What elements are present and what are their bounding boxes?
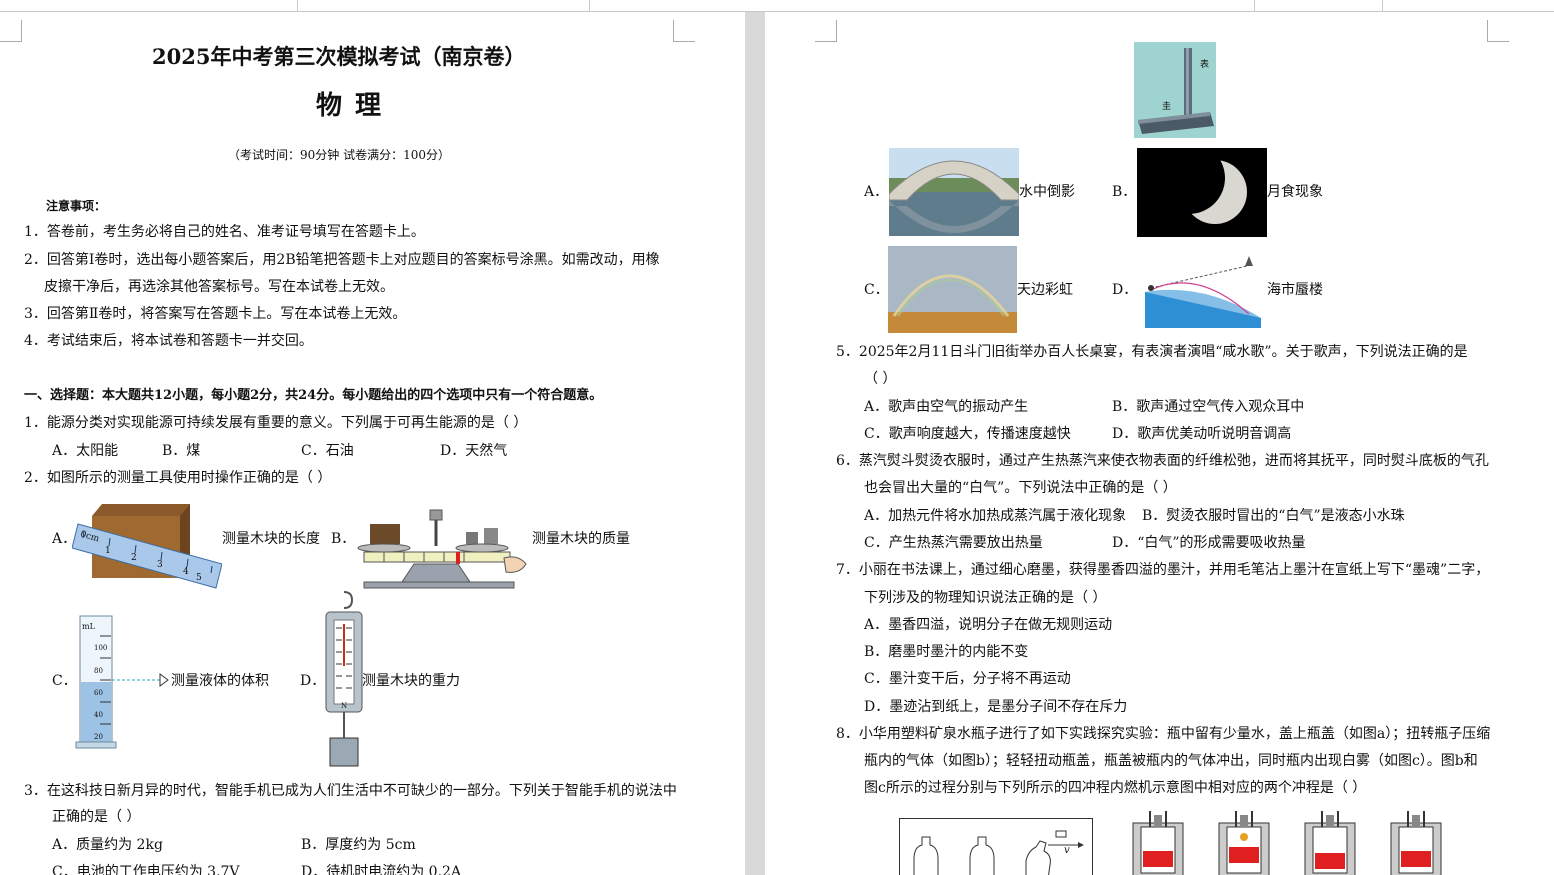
question-8-stem-cont2: 图c所示的过程分别与下列所示的四冲程内燃机示意图中相对应的两个冲程是（ ） <box>864 780 1367 796</box>
q2-option-b-letter: B． <box>331 531 356 547</box>
notice-item: 4．考试结束后，将本试卷和答题卡一并交回。 <box>24 333 313 349</box>
q7-option-a: A．墨香四溢，说明分子在做无规则运动 <box>864 617 1113 633</box>
q4-option-c-text: 天边彩虹 <box>1017 282 1073 298</box>
question-7-stem-cont: 下列涉及的物理知识说法正确的是（ ） <box>864 590 1107 606</box>
notice-item: 3．回答第Ⅱ卷时，将答案写在答题卡上。写在本试卷上无效。 <box>24 306 407 322</box>
notice-item: 2．回答第Ⅰ卷时，选出每小题答案后，用2B铅笔把答题卡上对应题目的答案标号涂黑。… <box>24 252 660 268</box>
ruler-number: 4 <box>183 567 189 577</box>
document-page-left[interactable]: 2025年中考第三次模拟考试（南京卷） 物 理 （考试时间：90分钟 试卷满分：… <box>0 12 745 875</box>
cylinder-mark: 80 <box>94 667 103 675</box>
question-6-stem: 6．蒸汽熨斗熨烫衣服时，通过产生热蒸汽来使衣物表面的纤维松弛，进而将其抚平，同时… <box>836 453 1489 469</box>
bridge-reflection-photo <box>889 148 1019 236</box>
ruler-block-figure: 0cm 1 2 3 4 5 <box>72 496 222 592</box>
cylinder-mark: 40 <box>94 711 103 719</box>
q6-option-d: D．“白气”的形成需要吸收热量 <box>1112 535 1306 551</box>
engine-stroke-figure-3 <box>1295 807 1365 875</box>
q4-option-b-text: 月食现象 <box>1267 184 1323 200</box>
bottle-experiment-figure: v <box>899 818 1093 875</box>
q7-option-c: C．墨汁变干后，分子将不再运动 <box>864 671 1071 687</box>
q3-option-c: C．电池的工作电压约为 3.7V <box>52 864 240 875</box>
q3-option-b: B．厚度约为 5cm <box>301 837 416 853</box>
ruler-number: 3 <box>157 560 163 570</box>
cylinder-mark: 20 <box>94 733 103 741</box>
ruler-number: 2 <box>131 553 137 563</box>
q3-option-a: A．质量约为 2kg <box>52 837 163 853</box>
cylinder-mark: 60 <box>94 689 103 697</box>
engine-stroke-figure-2 <box>1209 807 1279 875</box>
q6-option-c: C．产生热蒸汽需要放出热量 <box>864 535 1043 551</box>
q6-option-a: A．加热元件将水加热成蒸汽属于液化现象 <box>864 508 1127 524</box>
gnomon-label-biao: 表 <box>1200 60 1210 70</box>
q2-option-c-letter: C． <box>52 673 77 689</box>
margin-corner-mark <box>1487 20 1509 42</box>
question-3-stem-cont: 正确的是（ ） <box>52 809 141 825</box>
ruler-number: 5 <box>196 573 202 583</box>
question-7-stem: 7．小丽在书法课上，通过细心磨墨，获得墨香四溢的墨汁，并用毛笔沾上墨汁在宣纸上写… <box>836 562 1490 578</box>
q4-option-a-letter: A． <box>864 184 889 200</box>
spring-scale-unit: N <box>341 702 348 710</box>
lunar-eclipse-photo <box>1137 148 1267 237</box>
q1-option-d: D．天然气 <box>440 443 508 459</box>
q5-option-a: A．歌声由空气的振动产生 <box>864 399 1029 415</box>
exam-info: （考试时间：90分钟 试卷满分：100分） <box>228 148 450 162</box>
question-8-stem-cont: 瓶内的气体（如图b）；轻轻扭动瓶盖，瓶盖被瓶内的气体冲出，同时瓶内出现白雾（如图… <box>864 753 1478 769</box>
horizontal-ruler[interactable] <box>0 0 1554 12</box>
gnomon-figure: 表 圭 <box>1134 42 1216 138</box>
question-2-stem: 2．如图所示的测量工具使用时操作正确的是（ ） <box>24 470 332 486</box>
question-3-stem: 3．在这科技日新月异的时代，智能手机已成为人们生活中不可缺少的一部分。下列关于智… <box>24 783 677 799</box>
q4-option-d-letter: D． <box>1112 282 1138 298</box>
q1-option-a: A．太阳能 <box>52 443 119 459</box>
q7-option-d: D．墨迹沾到纸上，是墨分子间不存在斥力 <box>864 699 1128 715</box>
ruler-number: 1 <box>105 546 111 556</box>
document-page-right[interactable]: 表 圭 A． 水中倒影 B． 月食现象 C． 天边彩虹 D． 海市蜃楼 5．20… <box>765 12 1554 875</box>
q5-option-c: C．歌声响度越大，传播速度越快 <box>864 426 1071 442</box>
q2-option-d-text: 测量木块的重力 <box>362 673 460 689</box>
question-6-stem-cont: 也会冒出大量的“白气”。下列说法中正确的是（ ） <box>864 480 1177 496</box>
exam-title: 2025年中考第三次模拟考试（南京卷） <box>152 44 526 69</box>
question-5-stem: 5．2025年2月11日斗门旧街举办百人长桌宴，有表演者演唱“咸水歌”。关于歌声… <box>836 344 1468 360</box>
q3-option-d: D．待机时电流约为 0.2A <box>301 864 462 875</box>
q5-option-b: B．歌声通过空气传入观众耳中 <box>1112 399 1305 415</box>
q1-option-b: B．煤 <box>162 443 201 459</box>
balance-scale-figure <box>354 502 532 590</box>
velocity-label: v <box>1064 845 1070 856</box>
margin-corner-mark <box>0 20 22 42</box>
q2-option-a-text: 测量木块的长度 <box>222 531 320 547</box>
subject-title: 物 理 <box>316 91 384 121</box>
q7-option-b: B．磨墨时墨汁的内能不变 <box>864 644 1029 660</box>
question-1-stem: 1．能源分类对实现能源可持续发展有重要的意义。下列属于可再生能源的是（ ） <box>24 415 528 431</box>
cylinder-unit: mL <box>82 622 95 631</box>
question-8-stem: 8．小华用塑料矿泉水瓶子进行了如下实践探究实验：瓶中留有少量水，盖上瓶盖（如图a… <box>836 726 1491 742</box>
q4-option-c-letter: C． <box>864 282 889 298</box>
margin-corner-mark <box>815 20 837 42</box>
engine-stroke-figure-1 <box>1123 807 1193 875</box>
question-5-stem-cont: （ ） <box>864 371 897 387</box>
q4-option-d-text: 海市蜃楼 <box>1267 282 1323 298</box>
q5-option-d: D．歌声优美动听说明音调高 <box>1112 426 1292 442</box>
q6-option-b: B．熨烫衣服时冒出的“白气”是液态小水珠 <box>1142 508 1405 524</box>
q2-option-b-text: 测量木块的质量 <box>532 531 630 547</box>
spring-scale-figure: N <box>322 590 366 774</box>
q4-option-a-text: 水中倒影 <box>1019 184 1075 200</box>
q4-option-b-letter: B． <box>1112 184 1137 200</box>
notice-item: 1．答卷前，考生务必将自己的姓名、准考证号填写在答题卡上。 <box>24 224 425 240</box>
notice-heading: 注意事项： <box>46 199 107 213</box>
notice-item: 皮擦干净后，再选涂其他答案标号。写在本试卷上无效。 <box>44 279 394 295</box>
rainbow-photo <box>888 246 1017 333</box>
section-heading: 一、选择题：本大题共12小题，每小题2分，共24分。每小题给出的四个选项中只有一… <box>24 388 603 403</box>
q1-option-c: C．石油 <box>301 443 354 459</box>
margin-corner-mark <box>673 20 695 42</box>
graduated-cylinder-figure: mL 100 80 60 40 20 <box>74 614 174 750</box>
cylinder-mark: 100 <box>94 644 108 652</box>
engine-stroke-figure-4 <box>1381 807 1451 875</box>
gnomon-label-gui: 圭 <box>1162 102 1172 112</box>
mirage-diagram <box>1137 252 1269 328</box>
q2-option-c-text: 测量液体的体积 <box>171 673 269 689</box>
